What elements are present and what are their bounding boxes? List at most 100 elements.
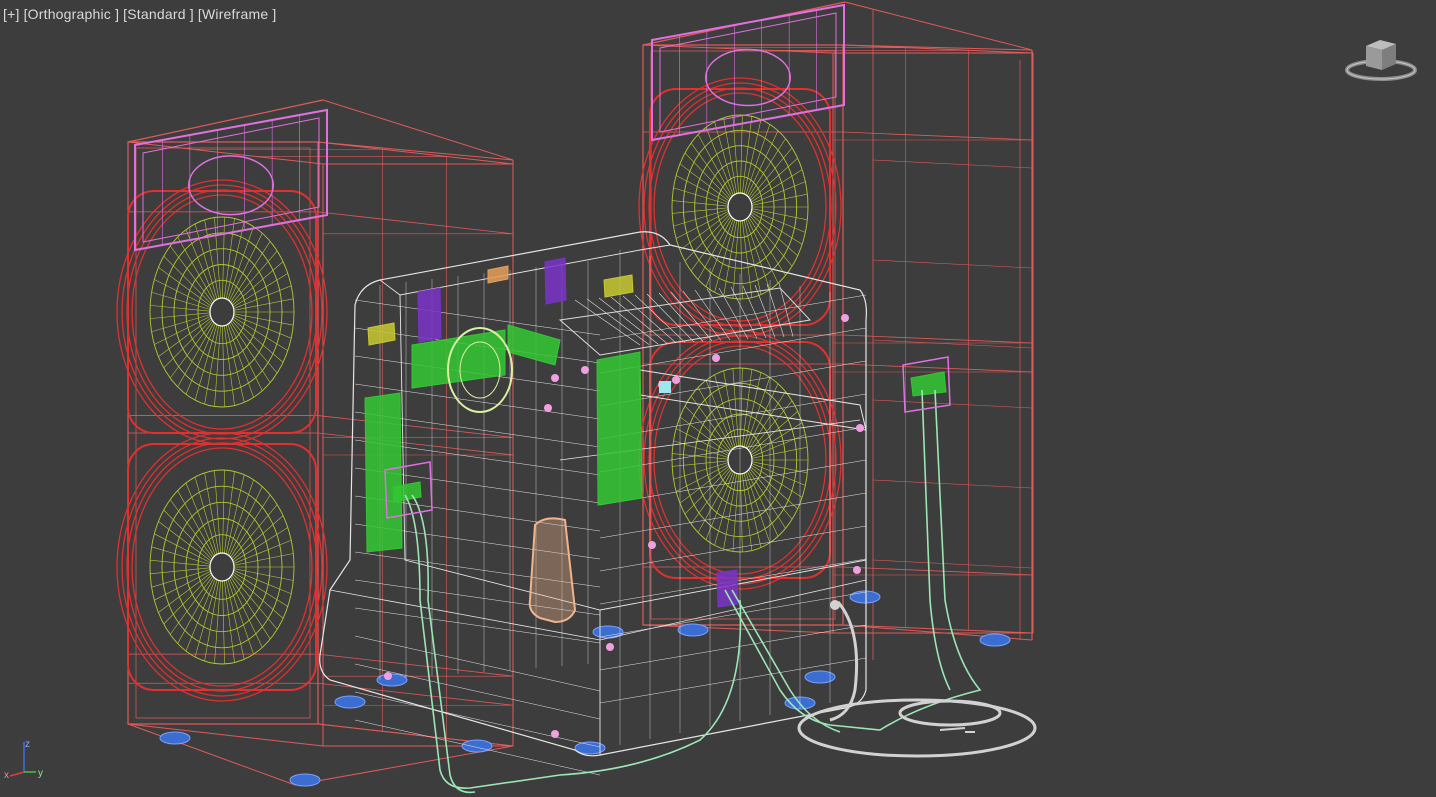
- purple-slot: [417, 287, 442, 343]
- tweeter-horn: [705, 48, 791, 107]
- driver-cone-spoke: [223, 218, 235, 301]
- display-panel-right: [507, 324, 561, 366]
- cyan-label: [659, 381, 671, 393]
- woofer-driver: [116, 432, 328, 702]
- driver-cone-spoke: [177, 236, 215, 303]
- driver-cone-spoke: [177, 490, 215, 558]
- driver-cone-spoke: [177, 321, 215, 388]
- cabinet-row-line: [842, 363, 1034, 373]
- mount-point: [841, 314, 849, 322]
- driver-cone-spoke: [169, 575, 214, 635]
- viewcube-icon[interactable]: [1340, 34, 1422, 90]
- driver-cone-spoke: [748, 147, 793, 200]
- driver-cone-spoke: [214, 578, 222, 664]
- driver-cone-spoke: [690, 468, 732, 525]
- speaker-foot: [461, 739, 493, 753]
- mount-point: [853, 566, 861, 574]
- driver-cone-spoke: [673, 187, 729, 205]
- mount-point: [581, 366, 589, 374]
- driver-cone-spoke: [230, 504, 278, 560]
- driver-cone-spoke: [751, 208, 808, 221]
- 3d-viewport-scene[interactable]: [0, 0, 1436, 797]
- driver-cone-spoke: [751, 446, 808, 459]
- speaker-foot: [804, 670, 836, 684]
- driver-cone-spoke: [229, 494, 271, 559]
- driver-cone-spoke: [233, 298, 294, 311]
- driver-cone-spoke: [732, 471, 740, 552]
- speaker-foot: [159, 731, 191, 745]
- driver-cone-spoke: [747, 391, 786, 452]
- cabinet-row-line: [872, 559, 1033, 569]
- driver-cone-spoke: [150, 567, 211, 575]
- remote-control: [528, 517, 577, 624]
- driver-cone-spoke: [229, 241, 271, 304]
- yellow-label: [367, 322, 396, 346]
- cabinet-row-line: [872, 339, 1033, 349]
- purple-connector: [716, 569, 739, 608]
- driver-cone-spoke: [222, 323, 225, 407]
- driver-cone-spoke: [705, 127, 735, 197]
- driver-cone-spoke: [169, 245, 214, 304]
- cabinet-row-line: [842, 566, 1034, 576]
- center-unit-side-line: [599, 624, 867, 671]
- driver-cone-spoke: [222, 217, 225, 301]
- top-vent-grille: [558, 282, 812, 356]
- driver-cone-spoke: [214, 323, 222, 407]
- cabinet-row-line: [872, 259, 1033, 269]
- driver-cone-spoke: [740, 115, 743, 196]
- mount-point: [856, 424, 864, 432]
- cabinet-depth-edge: [642, 624, 834, 634]
- cabinet-depth-edge: [127, 141, 324, 165]
- driver-cone-spoke: [158, 317, 212, 357]
- driver-cone-spoke: [223, 323, 235, 406]
- driver-cone-spoke: [158, 267, 212, 307]
- driver-cone-spoke: [697, 134, 733, 198]
- speaker-drivers: [116, 77, 842, 702]
- driver-cone-spoke: [679, 163, 730, 202]
- driver-cone-spoke: [158, 521, 212, 562]
- driver-cone-spoke: [214, 470, 222, 556]
- driver-cone-spoke: [690, 215, 732, 272]
- driver-cone-spoke: [679, 416, 730, 455]
- purple-slot: [544, 257, 567, 305]
- center-unit-panel-line: [354, 719, 601, 776]
- cabinet-row-line: [872, 399, 1033, 409]
- mount-point: [648, 541, 656, 549]
- driver-cone-spoke: [747, 138, 786, 199]
- driver-cone-spoke: [740, 471, 743, 552]
- mount-point: [672, 376, 680, 384]
- mount-point: [544, 404, 552, 412]
- driver-cone-spoke: [747, 468, 786, 529]
- speaker-cable: [724, 389, 982, 731]
- driver-cone-spoke: [150, 312, 211, 319]
- speaker-feet: [159, 590, 1011, 787]
- driver-cone-spoke: [222, 470, 225, 556]
- driver-cone-spoke: [672, 460, 729, 467]
- driver-cone-spoke: [732, 218, 740, 299]
- cord-grommet: [830, 600, 840, 610]
- driver-cone-spoke: [177, 576, 215, 644]
- driver-cone-spoke: [672, 207, 729, 214]
- speaker-cables: [384, 356, 982, 794]
- speaker-cable: [404, 494, 742, 789]
- driver-cone-spoke: [751, 193, 808, 206]
- cabinet-row-line: [872, 479, 1033, 489]
- driver-cone-spoke: [748, 214, 793, 267]
- mount-point: [551, 730, 559, 738]
- driver-cone-spoke: [214, 217, 222, 301]
- grille-line: [586, 298, 650, 345]
- driver-cone-spoke: [169, 499, 214, 559]
- driver-dust-cap: [209, 552, 235, 582]
- jack-panel-right: [910, 371, 947, 397]
- driver-cone-spoke: [740, 218, 743, 299]
- driver-cone-spoke: [673, 209, 729, 227]
- left-button-column: [364, 392, 403, 553]
- driver-cone-spoke: [229, 320, 271, 383]
- driver-cone-spoke: [230, 319, 278, 374]
- power-cord-loop: [898, 699, 1002, 727]
- driver-cone-spoke: [697, 469, 733, 533]
- power-cord-loop: [797, 698, 1037, 758]
- mount-point: [384, 672, 392, 680]
- cabinet-depth-edge: [317, 141, 514, 165]
- driver-cone-spoke: [690, 395, 732, 452]
